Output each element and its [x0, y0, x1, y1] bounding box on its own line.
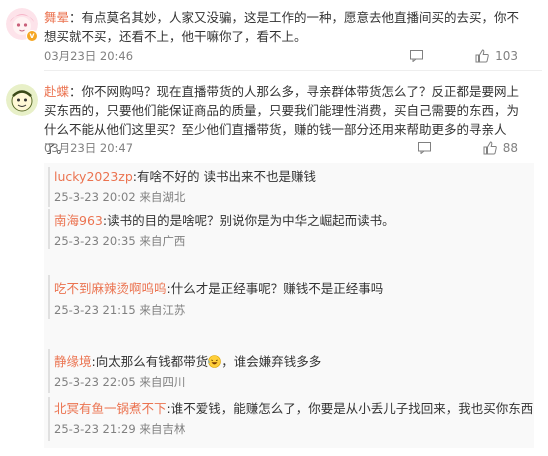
reply-time: 25-3-23 20:02 — [54, 190, 136, 204]
like-count: 88 — [502, 141, 518, 155]
reply-location: 来自四川 — [139, 375, 186, 389]
reply-icon[interactable] — [417, 142, 431, 154]
thumbs-up-icon — [483, 141, 497, 155]
reply-list: lucky2023zp:有啥不好的 读书出来不也是赚钱 25-3-23 20:0… — [44, 163, 534, 448]
reply-username[interactable]: 北冥有鱼一锅煮不下 — [54, 401, 167, 416]
reply-body: 北冥有鱼一锅煮不下:谁不爱钱，能赚怎么了，你要是从小丢儿子找回来，我也买你东西 — [54, 400, 533, 417]
reply-icon[interactable] — [410, 50, 424, 62]
reply-divider — [48, 167, 50, 207]
comment-actions: 103 — [410, 48, 518, 64]
reply-time: 25-3-23 20:35 — [54, 234, 136, 248]
reply-content-tail: ，谁会嫌弃钱多多 — [221, 354, 322, 369]
reply-location: 来自湖北 — [139, 190, 186, 204]
cartoon-face-avatar-icon[interactable] — [6, 84, 38, 116]
reply-divider — [48, 349, 50, 393]
reply-content: :读书的目的是啥呢？别说你是为中华之崛起而读书。 — [102, 213, 395, 228]
reply-content: :有啥不好的 读书出来不也是赚钱 — [132, 169, 316, 184]
like-button[interactable]: 103 — [475, 49, 518, 63]
reply-time: 25-3-23 22:05 — [54, 375, 136, 389]
comment-content: ：有点莫名其妙，人家又没骗，这是工作的一种，愿意去他直播间买的去买，你不想买就不… — [44, 10, 520, 44]
laughing-emoji-icon — [208, 355, 222, 368]
reply-body: 静缘境:向太那么有钱都带货 ，谁会嫌弃钱多多 — [54, 353, 524, 370]
comment-time: 03月23日 20:47 — [44, 141, 134, 155]
reply-content: :什么才是正经事呢？赚钱不是正经事吗 — [166, 281, 384, 296]
reply-content: :谁不爱钱，能赚怎么了，你要是从小丢儿子找回来，我也买你东西 — [166, 401, 534, 416]
like-button[interactable]: 88 — [483, 141, 518, 155]
reply-username[interactable]: 南海963 — [54, 213, 103, 228]
reply-username[interactable]: 吃不到麻辣烫啊呜呜 — [54, 281, 167, 296]
verified-badge-icon: v — [26, 30, 38, 42]
reply-meta: 25-3-23 22:05 来自四川 — [54, 374, 185, 390]
comment-time: 03月23日 20:46 — [44, 49, 134, 63]
reply-location: 来自江苏 — [139, 303, 186, 317]
reply-divider — [48, 209, 50, 249]
reply-body: 南海963:读书的目的是啥呢？别说你是为中华之崛起而读书。 — [54, 212, 524, 229]
comment-item: 赴蝶：你不网购吗？现在直播带货的人那么多，寻亲群体带货怎么了？反正都是要网上买东… — [0, 72, 548, 162]
reply-meta: 25-3-23 20:35 来自广西 — [54, 233, 185, 249]
comment-username[interactable]: 舞晕 — [44, 10, 69, 25]
reply-meta: 25-3-23 21:15 来自江苏 — [54, 302, 185, 318]
reply-time: 25-3-23 21:29 — [54, 422, 136, 436]
reply-time: 25-3-23 21:15 — [54, 303, 136, 317]
comment-username[interactable]: 赴蝶 — [44, 84, 69, 99]
like-count: 103 — [495, 49, 518, 63]
reply-body: 吃不到麻辣烫啊呜呜:什么才是正经事呢？赚钱不是正经事吗 — [54, 280, 524, 297]
comment-body: 舞晕：有点莫名其妙，人家又没骗，这是工作的一种，愿意去他直播间买的去买，你不想买… — [44, 8, 524, 46]
reply-divider — [48, 275, 50, 319]
reply-divider — [48, 397, 50, 441]
reply-meta: 25-3-23 20:02 来自湖北 — [54, 189, 185, 205]
comment-item: v 舞晕：有点莫名其妙，人家又没骗，这是工作的一种，愿意去他直播间买的去买，你不… — [0, 0, 548, 70]
comment-actions: 88 — [417, 140, 518, 156]
divider — [44, 70, 542, 71]
reply-location: 来自广西 — [139, 234, 186, 248]
reply-username[interactable]: lucky2023zp — [54, 169, 133, 184]
reply-location: 来自吉林 — [139, 422, 186, 436]
reply-username[interactable]: 静缘境 — [54, 354, 92, 369]
reply-meta: 25-3-23 21:29 来自吉林 — [54, 421, 185, 437]
reply-content: :向太那么有钱都带货 — [91, 354, 209, 369]
reply-body: lucky2023zp:有啥不好的 读书出来不也是赚钱 — [54, 168, 524, 185]
thumbs-up-icon — [475, 49, 489, 63]
